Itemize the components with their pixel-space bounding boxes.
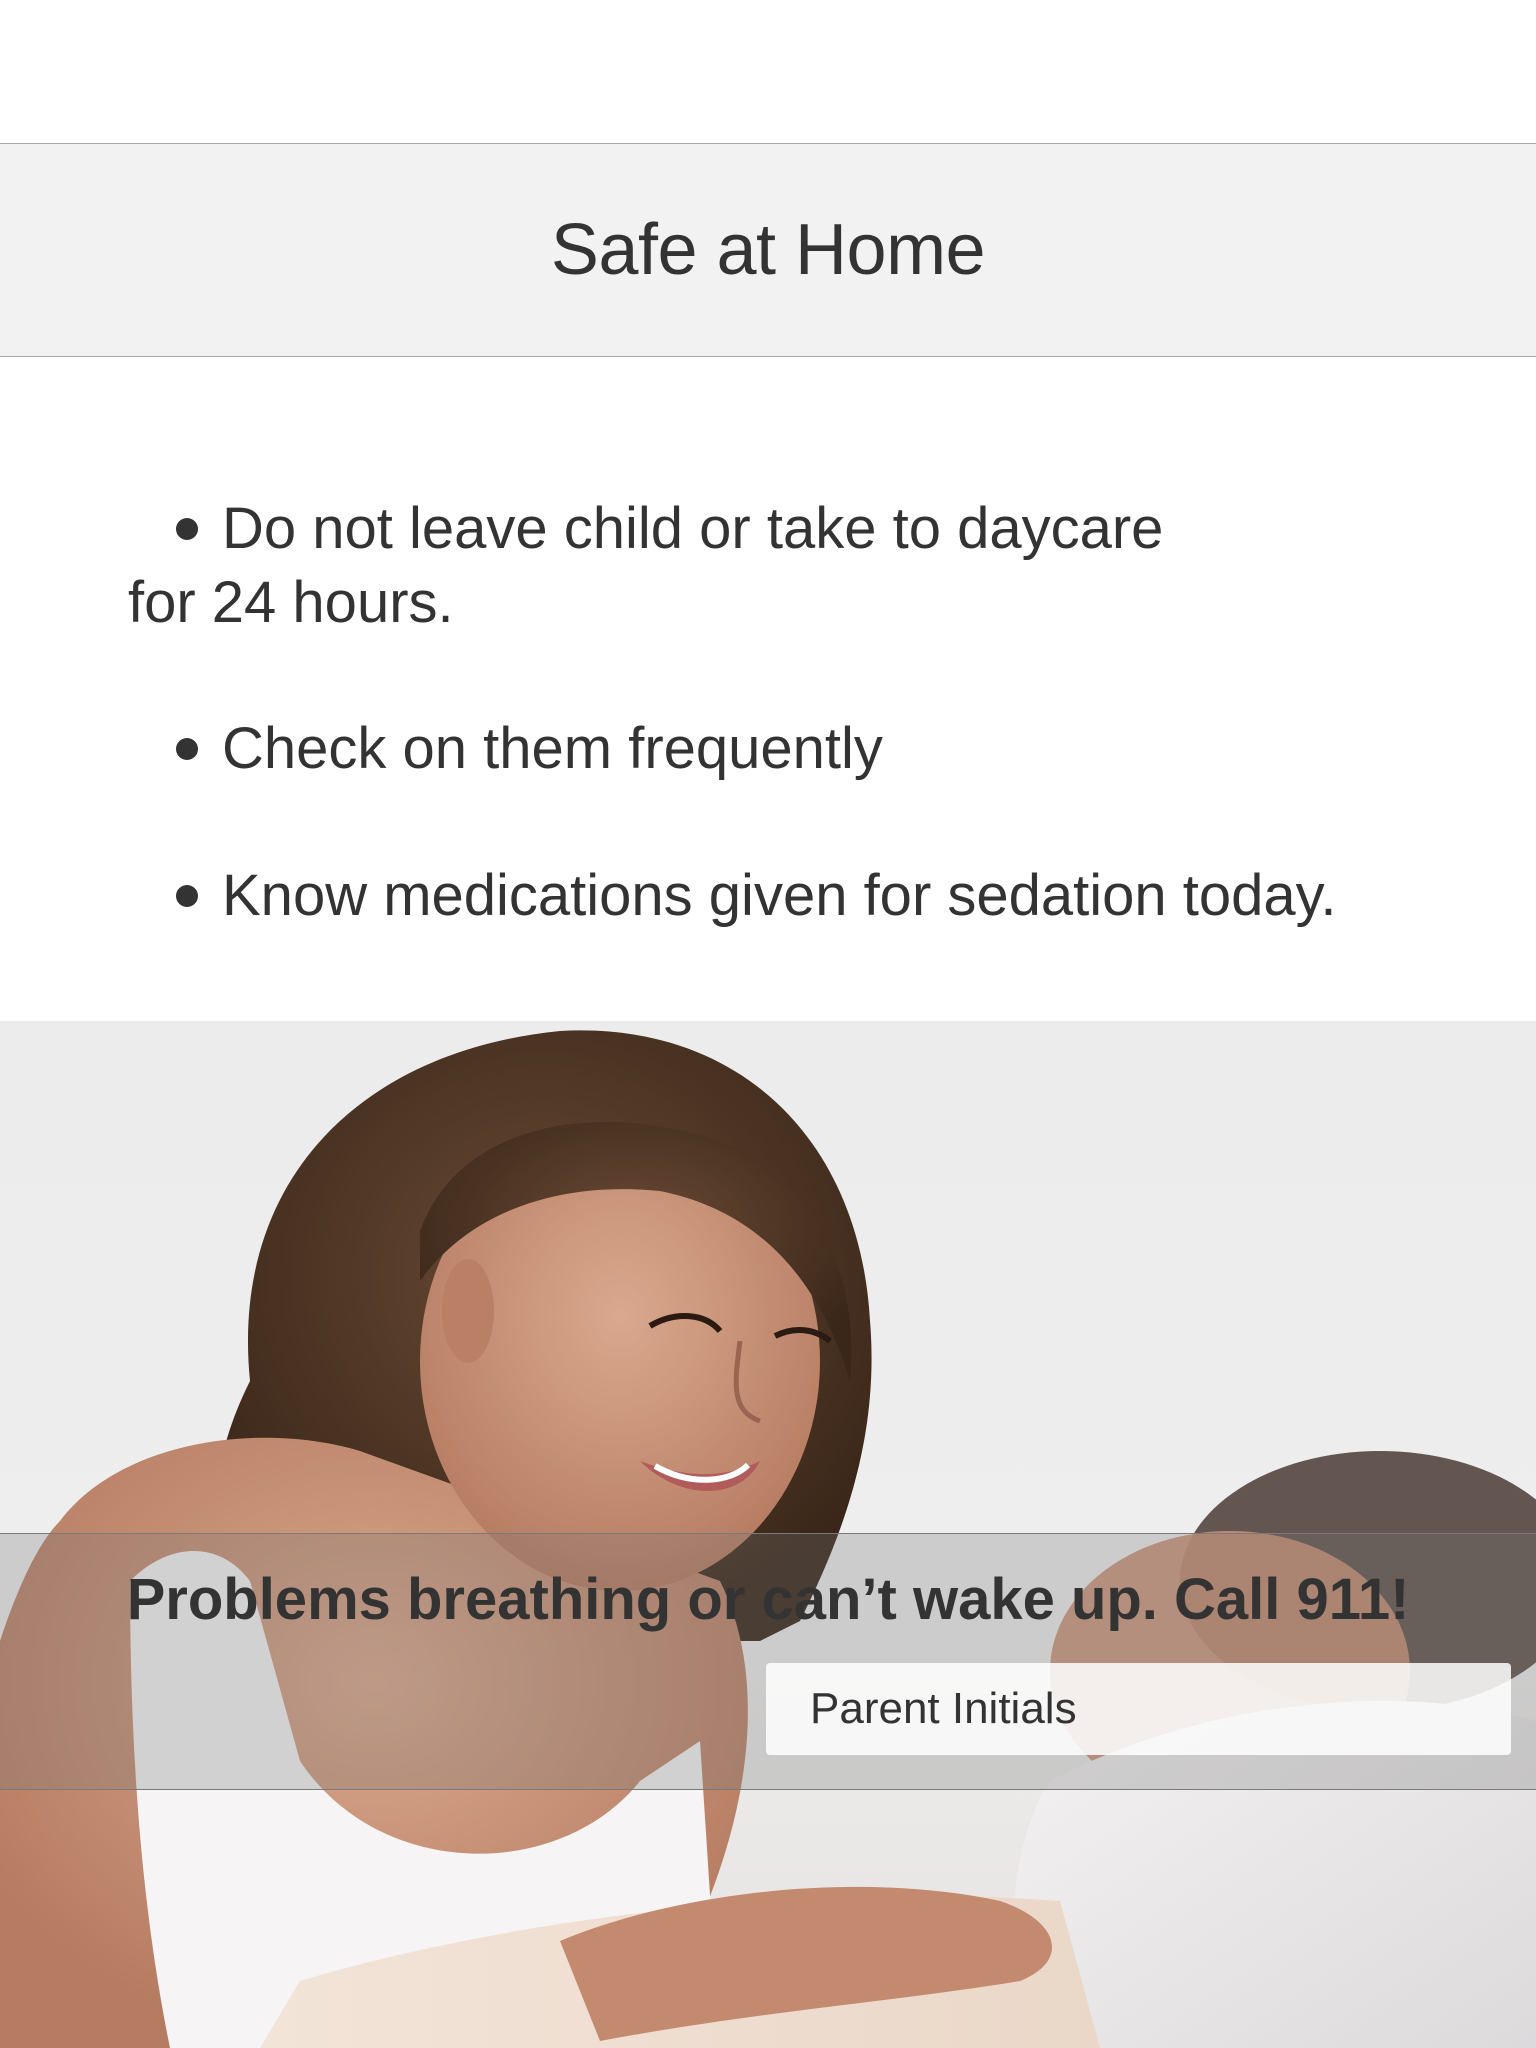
instructions-list: Do not leave child or take to daycare fo… (0, 357, 1536, 1021)
title-bar: Safe at Home (0, 143, 1536, 357)
bullet-icon (176, 517, 198, 540)
top-spacer (0, 0, 1536, 143)
bullet-icon (176, 884, 198, 907)
instruction-item: Do not leave child or take to daycare fo… (128, 492, 1164, 640)
instruction-text: Check on them frequently (222, 716, 883, 781)
instruction-text-continued: for 24 hours. (128, 570, 454, 635)
emergency-alert-band: Problems breathing or can’t wake up. Cal… (0, 1533, 1536, 1790)
emergency-alert-text: Problems breathing or can’t wake up. Cal… (126, 1567, 1410, 1632)
instruction-text: Know medications given for sedation toda… (222, 863, 1337, 928)
instruction-item: Check on them frequently (176, 712, 883, 786)
screen: Safe at Home Do not leave child or take … (0, 0, 1536, 2048)
bullet-icon (176, 737, 198, 760)
parent-initials-input[interactable] (766, 1663, 1511, 1755)
instruction-item: Know medications given for sedation toda… (176, 859, 1336, 933)
instruction-text: Do not leave child or take to daycare (222, 496, 1164, 561)
page-title: Safe at Home (550, 210, 986, 290)
